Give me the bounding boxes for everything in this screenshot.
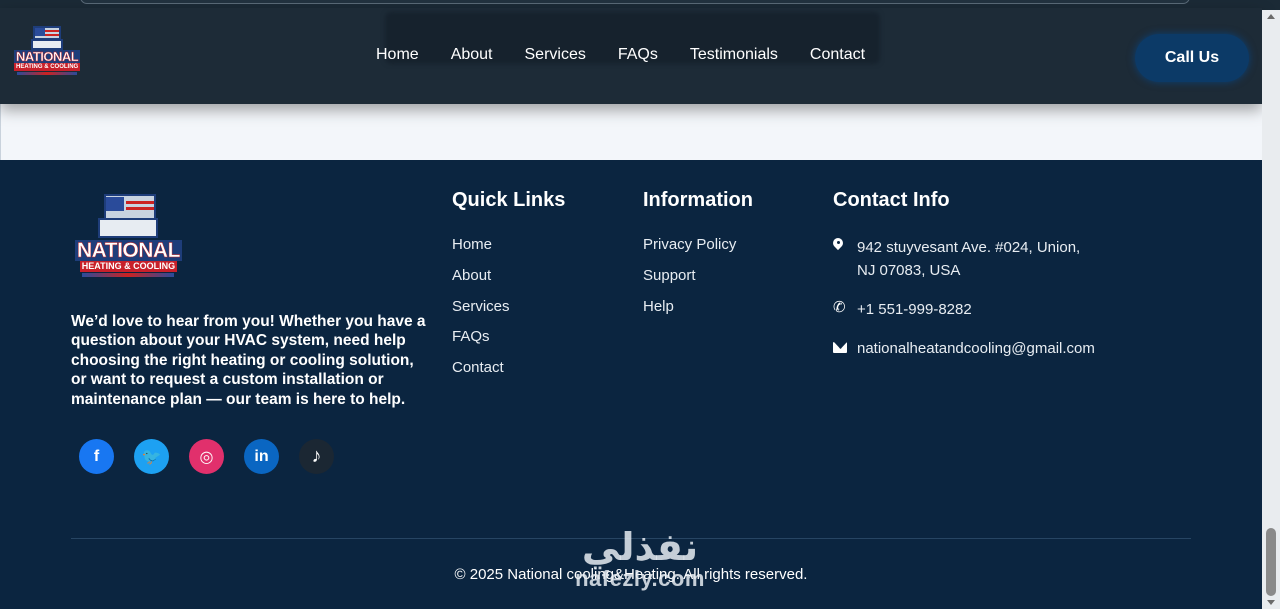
- logo-bar: [17, 72, 78, 75]
- tiktok-icon[interactable]: ♪: [299, 439, 334, 474]
- nav-testimonials[interactable]: Testimonials: [690, 46, 778, 64]
- nav-services[interactable]: Services: [525, 46, 586, 64]
- watermark: نفذلي nafezly.com: [560, 528, 720, 590]
- facebook-icon[interactable]: f: [79, 439, 114, 474]
- quick-link-services[interactable]: Services: [452, 298, 510, 329]
- top-search-bar-edge: [80, 0, 1190, 4]
- information-list: Privacy Policy Support Help: [643, 236, 736, 328]
- logo-name: NATIONAL: [14, 49, 81, 64]
- logo-bar: [82, 273, 175, 277]
- page-scrollbar[interactable]: [1262, 10, 1280, 609]
- linkedin-icon[interactable]: in: [244, 439, 279, 474]
- nav-contact[interactable]: Contact: [810, 46, 865, 64]
- information-title: Information: [643, 189, 753, 211]
- nav-faqs[interactable]: FAQs: [618, 46, 658, 64]
- address-text: 942 stuyvesant Ave. #024, Union, NJ 0708…: [857, 239, 1081, 279]
- info-link-privacy-policy[interactable]: Privacy Policy: [643, 236, 736, 267]
- logo-subtitle: HEATING & COOLING: [14, 63, 81, 71]
- quick-link-faqs[interactable]: FAQs: [452, 328, 510, 359]
- scroll-down-arrow-icon[interactable]: [1267, 600, 1275, 605]
- page-section-light: [0, 100, 1262, 160]
- scrollbar-thumb[interactable]: [1266, 528, 1276, 596]
- contact-address: 942 stuyvesant Ave. #024, Union, NJ 0708…: [833, 236, 1093, 282]
- logo-house-icon: [98, 194, 159, 240]
- email-text[interactable]: nationalheatandcooling@gmail.com: [857, 337, 1095, 360]
- info-link-help[interactable]: Help: [643, 298, 736, 329]
- quick-link-home[interactable]: Home: [452, 236, 510, 267]
- call-us-button[interactable]: Call Us: [1135, 34, 1249, 82]
- logo-subtitle: HEATING & COOLING: [79, 261, 178, 272]
- scroll-up-arrow-icon[interactable]: [1267, 14, 1275, 19]
- twitter-icon[interactable]: 🐦: [134, 439, 169, 474]
- instagram-icon[interactable]: ◎: [189, 439, 224, 474]
- watermark-latin: nafezly.com: [575, 566, 705, 591]
- footer-about-text: We’d love to hear from you! Whether you …: [71, 313, 426, 408]
- contact-email: nationalheatandcooling@gmail.com: [833, 337, 1095, 360]
- quick-link-about[interactable]: About: [452, 267, 510, 298]
- info-link-support[interactable]: Support: [643, 267, 736, 298]
- contact-info-list: 942 stuyvesant Ave. #024, Union, NJ 0708…: [833, 236, 1095, 376]
- envelope-icon: [833, 342, 847, 353]
- quick-links-list: Home About Services FAQs Contact: [452, 236, 510, 390]
- header-logo[interactable]: NATIONAL HEATING & COOLING: [14, 26, 81, 75]
- main-nav: Home About Services FAQs Testimonials Co…: [376, 46, 897, 64]
- nav-home[interactable]: Home: [376, 46, 419, 64]
- footer-logo[interactable]: NATIONAL HEATING & COOLING: [75, 194, 182, 277]
- site-header: NATIONAL HEATING & COOLING Home About Se…: [0, 8, 1262, 104]
- phone-icon: ✆: [833, 299, 846, 316]
- logo-house-icon: [31, 26, 64, 50]
- nav-about[interactable]: About: [451, 46, 493, 64]
- contact-phone: ✆ +1 551-999-8282: [833, 298, 1095, 321]
- contact-info-title: Contact Info: [833, 189, 950, 211]
- social-links: f 🐦 ◎ in ♪: [79, 439, 334, 474]
- watermark-arabic: نفذلي: [581, 525, 699, 569]
- quick-link-contact[interactable]: Contact: [452, 359, 510, 390]
- quick-links-title: Quick Links: [452, 189, 566, 211]
- location-pin-icon: [833, 238, 843, 252]
- phone-text[interactable]: +1 551-999-8282: [857, 298, 972, 321]
- logo-name: NATIONAL: [75, 239, 182, 262]
